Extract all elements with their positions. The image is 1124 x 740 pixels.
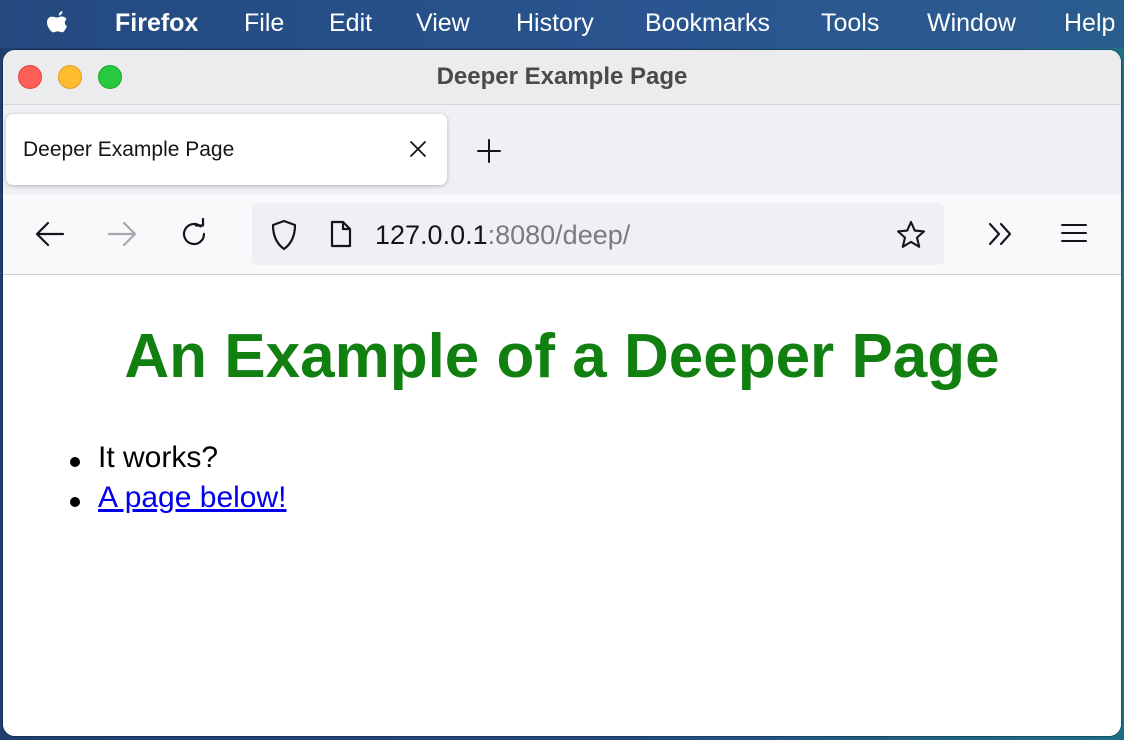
menu-history[interactable]: History xyxy=(516,9,594,38)
menu-help[interactable]: Help xyxy=(1064,9,1115,38)
star-icon[interactable] xyxy=(895,219,927,251)
arrow-left-icon[interactable] xyxy=(34,220,66,248)
bullet-dot xyxy=(70,497,80,507)
menu-tools[interactable]: Tools xyxy=(821,9,879,38)
tab-title: Deeper Example Page xyxy=(23,138,235,161)
url-port-path: :8080/deep/ xyxy=(487,220,631,250)
url-bar[interactable]: 127.0.0.1:8080/deep/ xyxy=(252,203,944,265)
menu-app-firefox[interactable]: Firefox xyxy=(115,9,198,38)
reload-icon[interactable] xyxy=(178,218,210,250)
navigation-toolbar: 127.0.0.1:8080/deep/ xyxy=(3,194,1121,275)
page-heading: An Example of a Deeper Page xyxy=(124,322,1000,391)
tab-deeper-example-page[interactable]: Deeper Example Page xyxy=(6,114,447,185)
apple-logo-icon[interactable] xyxy=(42,8,72,40)
new-tab-icon[interactable] xyxy=(475,137,503,165)
tab-strip: Deeper Example Page xyxy=(3,105,1121,194)
close-tab-icon[interactable] xyxy=(408,139,428,159)
arrow-right-icon[interactable] xyxy=(106,220,138,248)
menu-view[interactable]: View xyxy=(416,9,470,38)
menu-bookmarks[interactable]: Bookmarks xyxy=(645,9,770,38)
list-item-text: It works? xyxy=(98,441,219,474)
shield-icon[interactable] xyxy=(269,218,299,252)
hamburger-menu-icon[interactable] xyxy=(1060,222,1088,244)
browser-window: Deeper Example Page Deeper Example Page xyxy=(3,50,1121,736)
bullet-dot xyxy=(70,457,80,467)
page-icon xyxy=(330,220,352,248)
page-content: An Example of a Deeper Page It works? A … xyxy=(3,275,1121,736)
url-host: 127.0.0.1 xyxy=(375,220,488,250)
page-below-link[interactable]: A page below! xyxy=(98,481,286,514)
url-text[interactable]: 127.0.0.1:8080/deep/ xyxy=(375,220,630,251)
menu-edit[interactable]: Edit xyxy=(329,9,372,38)
chevron-double-right-icon[interactable] xyxy=(986,221,1016,247)
macos-menu-bar: Firefox File Edit View History Bookmarks… xyxy=(0,0,1124,48)
menu-window[interactable]: Window xyxy=(927,9,1016,38)
menu-file[interactable]: File xyxy=(244,9,284,38)
window-title: Deeper Example Page xyxy=(436,63,688,90)
title-bar[interactable]: Deeper Example Page xyxy=(3,50,1121,105)
